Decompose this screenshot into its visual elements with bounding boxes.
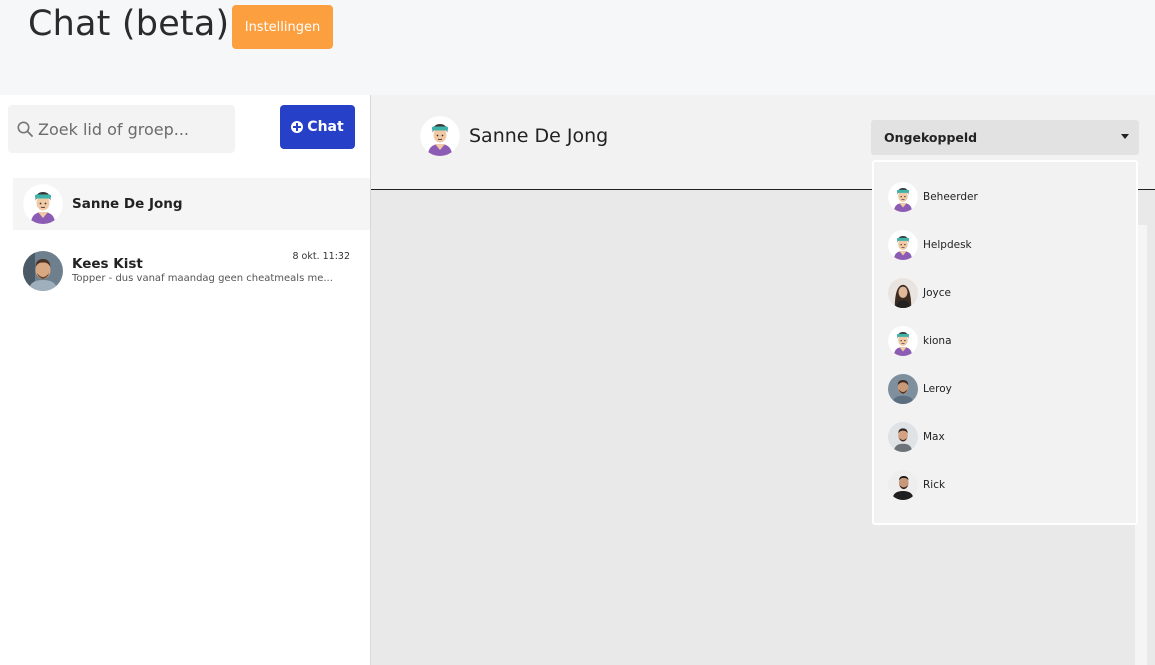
contact-name: Sanne De Jong xyxy=(469,125,609,147)
settings-button[interactable]: Instellingen xyxy=(232,5,333,49)
avatar xyxy=(888,182,918,212)
avatar xyxy=(888,422,918,452)
conversation-item[interactable]: Kees Kist 8 okt. 11:32 Topper - dus vana… xyxy=(13,245,370,297)
search-icon xyxy=(16,120,34,138)
option-label: Beheerder xyxy=(923,191,978,203)
avatar xyxy=(888,278,918,308)
search-input[interactable] xyxy=(38,105,228,153)
new-chat-button[interactable]: Chat xyxy=(280,105,355,149)
option-label: Max xyxy=(923,431,945,443)
page-title: Chat (beta) xyxy=(28,4,230,44)
option-label: Leroy xyxy=(923,383,952,395)
avatar xyxy=(23,251,63,291)
plus-circle-icon xyxy=(291,121,304,133)
conversation-name: Kees Kist xyxy=(72,256,143,272)
new-chat-label: Chat xyxy=(307,119,344,135)
dropdown-option-max[interactable]: Max xyxy=(888,422,1128,454)
dropdown-option-leroy[interactable]: Leroy xyxy=(888,374,1128,406)
conversation-preview: Topper - dus vanaf maandag geen cheatmea… xyxy=(72,273,333,284)
option-label: Helpdesk xyxy=(923,239,972,251)
dropdown-option-beheerder[interactable]: Beheerder xyxy=(888,182,1128,214)
avatar xyxy=(23,184,63,224)
conversation-sidebar: Chat Sanne De Jong Kees Kist 8 okt. 11:3… xyxy=(0,95,370,665)
assign-select-value: Ongekoppeld xyxy=(884,130,978,145)
avatar xyxy=(420,116,460,156)
conversation-item[interactable]: Sanne De Jong xyxy=(13,178,370,230)
dropdown-option-joyce[interactable]: Joyce xyxy=(888,278,1128,310)
avatar xyxy=(888,374,918,404)
conversation-timestamp: 8 okt. 11:32 xyxy=(292,251,350,262)
avatar xyxy=(888,470,918,500)
assign-dropdown-menu: Beheerder Helpdesk Joyce kiona Leroy Max… xyxy=(872,160,1138,525)
option-label: Joyce xyxy=(923,287,951,299)
chat-panel: Sanne De Jong Ongekoppeld Beheerder Help… xyxy=(370,95,1155,665)
conversation-name: Sanne De Jong xyxy=(72,196,183,212)
avatar xyxy=(888,326,918,356)
option-label: kiona xyxy=(923,335,952,347)
dropdown-option-kiona[interactable]: kiona xyxy=(888,326,1128,358)
dropdown-option-rick[interactable]: Rick xyxy=(888,470,1128,502)
assign-select[interactable]: Ongekoppeld xyxy=(871,120,1139,155)
caret-down-icon xyxy=(1121,134,1129,139)
option-label: Rick xyxy=(923,479,946,491)
dropdown-option-helpdesk[interactable]: Helpdesk xyxy=(888,230,1128,262)
search-box[interactable] xyxy=(8,105,235,153)
avatar xyxy=(888,230,918,260)
